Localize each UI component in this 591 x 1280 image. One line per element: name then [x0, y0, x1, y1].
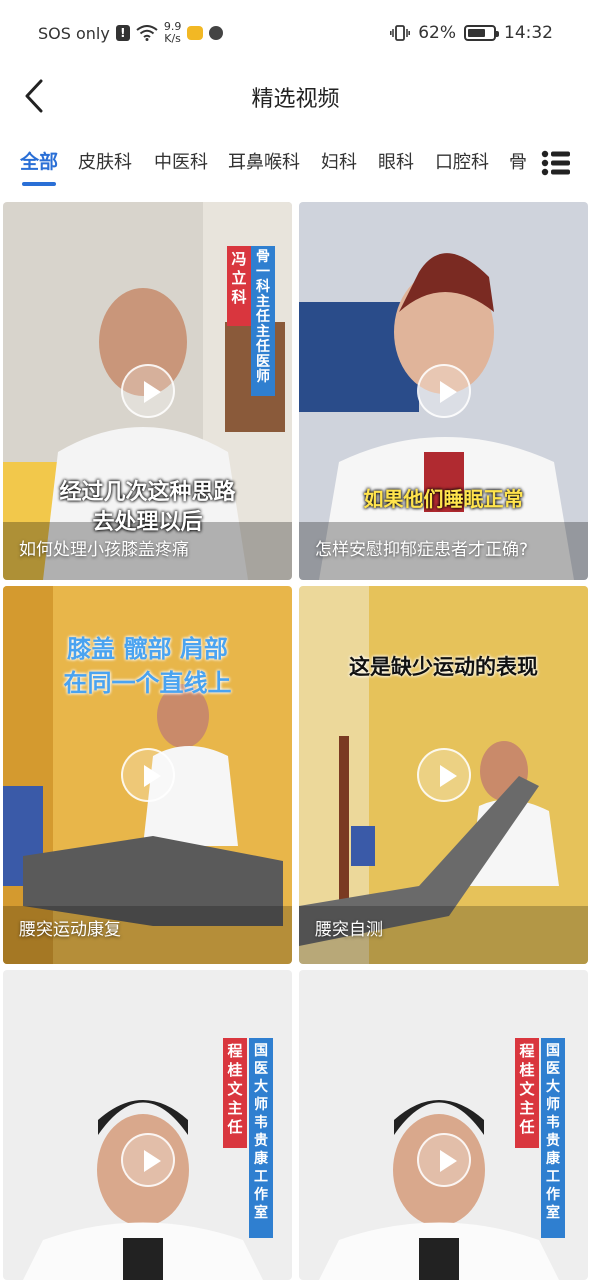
video-card[interactable]: 冯立科 骨一科主任 主任医师 经过几次这种思路 去处理以后 如何处理小孩膝盖疼痛 — [3, 202, 292, 580]
category-tabs: 全部 皮肤科 中医科 耳鼻喉科 妇科 眼科 口腔科 骨 — [0, 138, 591, 194]
video-caption: 怎样安慰抑郁症患者才正确? — [315, 540, 529, 560]
network-status: SOS only — [38, 23, 110, 43]
tab-gynecology[interactable]: 妇科 — [321, 148, 357, 174]
play-icon[interactable] — [120, 364, 175, 418]
list-menu-icon — [541, 150, 570, 176]
video-caption: 腰突自测 — [315, 920, 383, 940]
doctor-name-label: 程桂文主任 — [515, 1038, 539, 1148]
video-card[interactable]: 程桂文主任 国医大师韦贵康工作室 — [299, 970, 588, 1280]
tab-dermatology[interactable]: 皮肤科 — [78, 148, 132, 174]
speed-unit: K/s — [164, 32, 181, 45]
battery-icon — [464, 25, 499, 41]
active-tab-indicator — [22, 182, 56, 186]
doctor-title-label: 国医大师韦贵康工作室 — [541, 1038, 565, 1238]
tab-ent[interactable]: 耳鼻喉科 — [228, 148, 300, 174]
app-header: 精选视频 — [0, 66, 591, 128]
play-icon[interactable] — [416, 364, 471, 418]
video-card[interactable]: 程桂文主任 国医大师韦贵康工作室 — [3, 970, 292, 1280]
clock: 14:32 — [504, 23, 553, 43]
wifi-icon — [136, 25, 158, 41]
vibrate-icon — [390, 25, 411, 41]
page-title: 精选视频 — [251, 87, 340, 112]
tab-tcm[interactable]: 中医科 — [154, 148, 208, 174]
tab-stomatology[interactable]: 口腔科 — [435, 148, 489, 174]
tab-all[interactable]: 全部 — [20, 147, 58, 174]
network-speed: 9.9 K/s — [164, 21, 182, 45]
video-card[interactable]: 这是缺少运动的表现 腰突自测 — [299, 586, 588, 964]
video-subtitle: 经过几次这种思路 去处理以后 — [59, 480, 236, 535]
video-caption: 腰突运动康复 — [19, 920, 121, 940]
category-menu-button[interactable] — [541, 150, 571, 176]
video-subtitle: 这是缺少运动的表现 — [349, 655, 538, 679]
video-card[interactable]: 如果他们睡眠正常 怎样安慰抑郁症患者才正确? — [299, 202, 588, 580]
doctor-name-label: 冯立科 — [227, 246, 251, 326]
video-card[interactable]: 膝盖 髋部 肩部 在同一个直线上 腰突运动康复 — [3, 586, 292, 964]
shield-icon — [209, 26, 224, 40]
app-notification-icon — [187, 26, 204, 40]
back-button[interactable] — [14, 76, 54, 116]
play-icon[interactable] — [416, 1133, 471, 1187]
video-caption: 如何处理小孩膝盖疼痛 — [19, 540, 189, 560]
video-subtitle: 如果他们睡眠正常 — [363, 487, 524, 511]
tab-scroll[interactable]: 全部 皮肤科 中医科 耳鼻喉科 妇科 眼科 口腔科 骨 — [0, 138, 532, 194]
tab-ophthalmology[interactable]: 眼科 — [378, 148, 414, 174]
doctor-title-label: 骨一科主任 主任医师 — [251, 246, 275, 396]
status-bar: SOS only ! 9.9 K/s 62% 14:32 — [0, 0, 591, 66]
video-subtitle: 膝盖 髋部 肩部 在同一个直线上 — [63, 635, 232, 697]
chevron-left-icon — [25, 79, 43, 113]
doctor-title-label: 国医大师韦贵康工作室 — [249, 1038, 273, 1238]
play-icon[interactable] — [120, 748, 175, 802]
play-icon[interactable] — [120, 1133, 175, 1187]
battery-percent: 62% — [418, 23, 456, 43]
doctor-name-label: 程桂文主任 — [223, 1038, 247, 1148]
play-icon[interactable] — [416, 748, 471, 802]
status-right: 62% 14:32 — [390, 23, 553, 43]
alert-icon: ! — [115, 25, 130, 41]
status-left: SOS only ! 9.9 K/s — [38, 21, 224, 45]
tab-orthopedics[interactable]: 骨 — [509, 148, 527, 174]
